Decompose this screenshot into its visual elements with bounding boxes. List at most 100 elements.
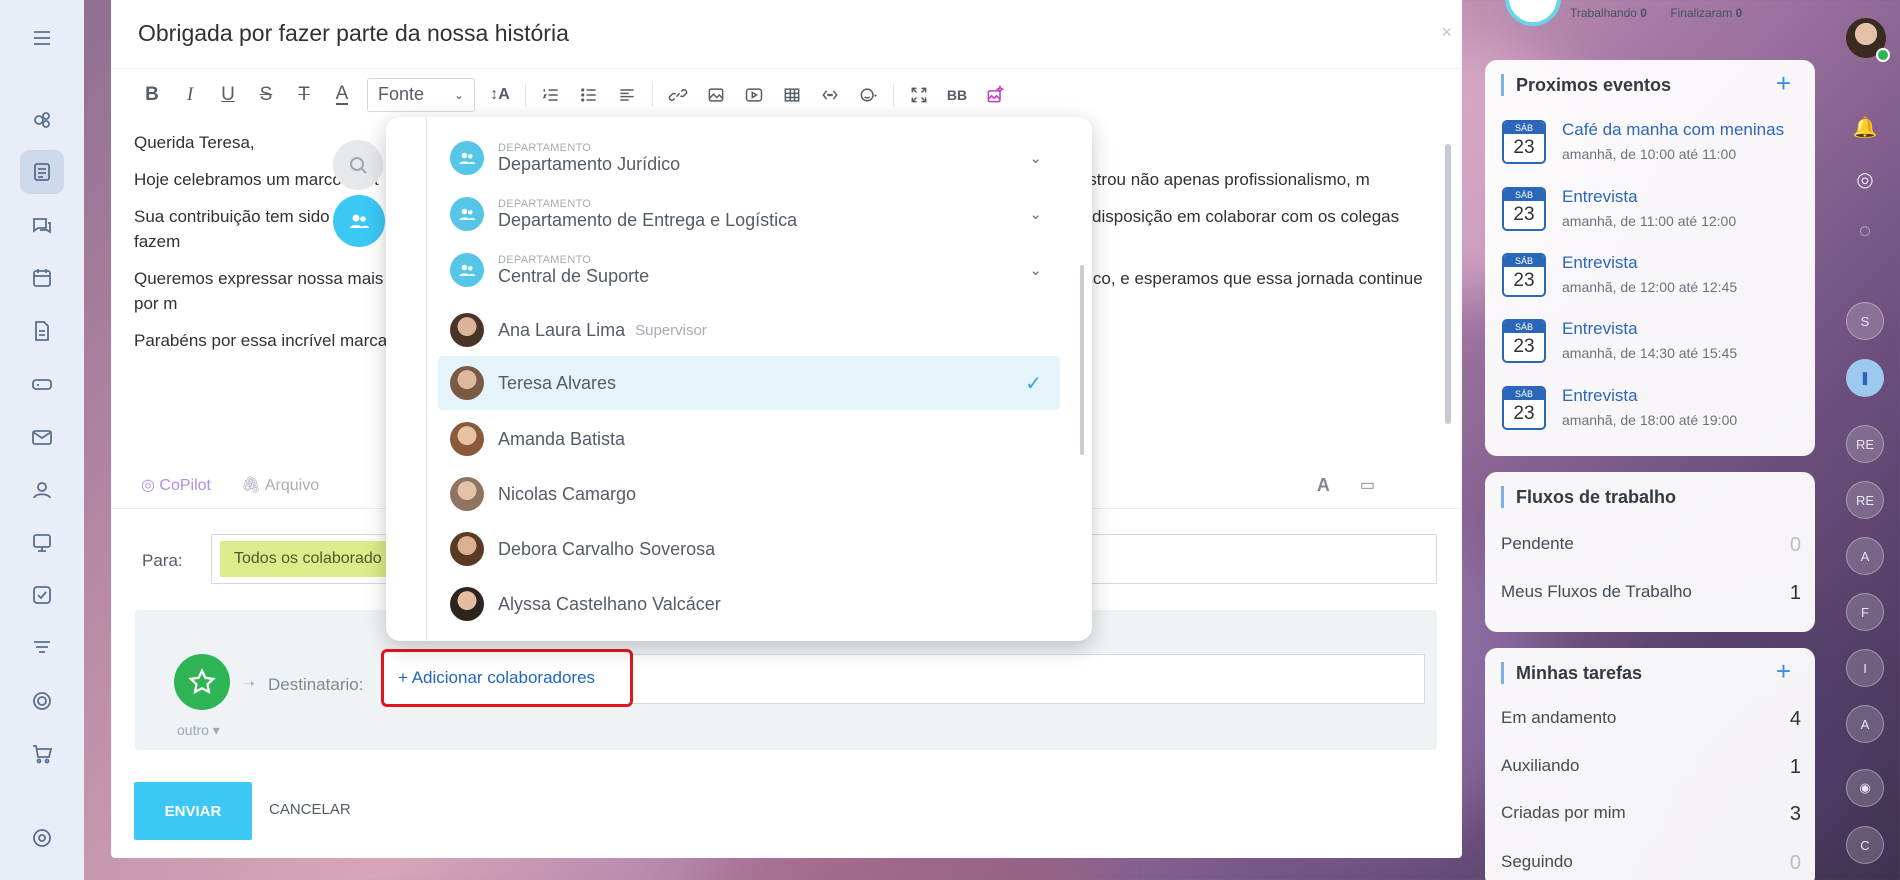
event-title[interactable]: Entrevista: [1562, 187, 1638, 207]
font-size-button[interactable]: ↕A: [481, 77, 519, 113]
news-icon[interactable]: [20, 150, 64, 194]
add-task-button[interactable]: +: [1776, 656, 1791, 687]
recipient-chip[interactable]: Todos os colaborado: [220, 541, 396, 577]
strikethrough-button[interactable]: S: [247, 77, 285, 113]
video-icon[interactable]: [735, 77, 773, 113]
pulse-icon[interactable]: ◎: [1846, 160, 1884, 198]
align-icon[interactable]: [608, 77, 646, 113]
avatar-initial[interactable]: RE: [1846, 481, 1884, 519]
font-select[interactable]: Fonte ⌄: [367, 77, 475, 112]
bell-icon[interactable]: 🔔: [1846, 108, 1884, 146]
send-button[interactable]: ENVIAR: [134, 782, 252, 840]
underline-button[interactable]: U: [209, 77, 247, 113]
chevron-down-icon[interactable]: ⌄: [1029, 261, 1042, 279]
event-time: amanhã, de 18:00 até 19:00: [1562, 412, 1738, 428]
chevron-down-icon[interactable]: ⌄: [1029, 149, 1042, 167]
add-event-button[interactable]: +: [1776, 68, 1791, 99]
avatar-initial[interactable]: A: [1846, 705, 1884, 743]
ai-image-icon[interactable]: [976, 77, 1014, 113]
settings-icon[interactable]: [20, 816, 64, 860]
clear-format-button[interactable]: T: [285, 77, 323, 113]
event-item[interactable]: SÁB 23 Café da manha com meninas amanhã, …: [1502, 120, 1802, 170]
workflow-row[interactable]: Meus Fluxos de Trabalho 1: [1501, 582, 1801, 612]
menu-icon[interactable]: [20, 16, 64, 60]
text-format-icon[interactable]: A: [1317, 475, 1330, 496]
numbered-list-icon[interactable]: [532, 77, 570, 113]
bookmark-icon[interactable]: ❚: [1846, 359, 1884, 397]
bbcode-button[interactable]: BB: [938, 77, 976, 113]
other-select[interactable]: outro ▾: [177, 722, 220, 739]
italic-button[interactable]: I: [171, 77, 209, 113]
image-icon[interactable]: [697, 77, 735, 113]
contacts-icon[interactable]: [20, 468, 64, 512]
add-collaborators-button[interactable]: + Adicionar colaboradores: [381, 649, 633, 707]
link-icon[interactable]: [659, 77, 697, 113]
users-bubble-icon[interactable]: [333, 195, 385, 247]
editor-scrollbar[interactable]: [1444, 130, 1452, 430]
avatar-initial[interactable]: S: [1846, 302, 1884, 340]
cancel-button[interactable]: CANCELAR: [269, 801, 351, 818]
chevron-down-icon[interactable]: ⌄: [1029, 205, 1042, 223]
count-badge: 0: [1789, 852, 1801, 874]
bullet-list-icon[interactable]: [570, 77, 608, 113]
avatar-initial[interactable]: RE: [1846, 425, 1884, 463]
avatar-initial[interactable]: I: [1846, 649, 1884, 687]
user-item[interactable]: Amanda Batista: [438, 413, 1060, 465]
panel-icon[interactable]: ▭: [1360, 475, 1375, 495]
filter-icon[interactable]: [20, 626, 64, 670]
calendar-icon[interactable]: [20, 256, 64, 300]
crm-icon[interactable]: [20, 521, 64, 565]
drive-icon[interactable]: [20, 362, 64, 406]
feed-icon[interactable]: [20, 98, 64, 142]
emoji-icon[interactable]: [849, 77, 887, 113]
user-item-selected[interactable]: Teresa Alvares ✓: [438, 356, 1060, 410]
task-row[interactable]: Criadas por mim 3: [1501, 803, 1801, 833]
fullscreen-icon[interactable]: [900, 77, 938, 113]
tasks-icon[interactable]: [20, 573, 64, 617]
user-item[interactable]: Debora Carvalho Soverosa: [438, 523, 1060, 575]
task-row[interactable]: Seguindo 0: [1501, 852, 1801, 880]
star-icon[interactable]: [174, 654, 230, 710]
file-button[interactable]: 🖇 Arquivo: [241, 475, 319, 495]
event-item[interactable]: SÁB 23 Entrevista amanhã, de 12:00 até 12…: [1502, 253, 1802, 303]
dropdown-scrollbar[interactable]: [1080, 265, 1084, 455]
avatar-initial[interactable]: C: [1846, 826, 1884, 864]
copilot-button[interactable]: ◎ CoPilot: [141, 475, 211, 495]
user-item[interactable]: Alyssa Castelhano Valcácer: [438, 578, 1060, 630]
dept-item-juridico[interactable]: DEPARTAMENTO Departamento Jurídico ⌄: [438, 132, 1060, 184]
recipient-label: Destinatario:: [268, 675, 364, 694]
cart-icon[interactable]: [20, 732, 64, 776]
table-icon[interactable]: [773, 77, 811, 113]
avatar-initial[interactable]: F: [1846, 593, 1884, 631]
count-badge: 0: [1789, 534, 1801, 556]
workflow-row[interactable]: Pendente 0: [1501, 534, 1801, 564]
target-icon[interactable]: [20, 679, 64, 723]
event-item[interactable]: SÁB 23 Entrevista amanhã, de 14:30 até 15…: [1502, 319, 1802, 369]
document-icon[interactable]: [20, 309, 64, 353]
user-item[interactable]: Ana Laura Lima Supervisor: [438, 304, 1060, 356]
event-item[interactable]: SÁB 23 Entrevista amanhã, de 11:00 até 12…: [1502, 187, 1802, 237]
search-bubble-icon[interactable]: [333, 140, 383, 190]
close-icon[interactable]: ×: [1441, 22, 1452, 43]
event-title[interactable]: Café da manha com meninas: [1562, 120, 1784, 140]
avatar: [450, 532, 484, 566]
event-title[interactable]: Entrevista: [1562, 319, 1638, 339]
avatar-initial[interactable]: A: [1846, 537, 1884, 575]
event-title[interactable]: Entrevista: [1562, 253, 1638, 273]
recipient-field[interactable]: + Adicionar colaboradores: [381, 649, 1425, 707]
dept-item-suporte[interactable]: DEPARTAMENTO Central de Suporte ⌄: [438, 244, 1060, 296]
task-row[interactable]: Auxiliando 1: [1501, 756, 1801, 786]
event-title[interactable]: Entrevista: [1562, 386, 1638, 406]
bold-button[interactable]: B: [133, 77, 171, 113]
font-color-button[interactable]: A: [323, 77, 361, 113]
event-item[interactable]: SÁB 23 Entrevista amanhã, de 18:00 até 19…: [1502, 386, 1802, 436]
dept-item-entrega[interactable]: DEPARTAMENTO Departamento de Entrega e Lo…: [438, 188, 1060, 240]
workflows-card: Fluxos de trabalho Pendente 0 Meus Fluxos…: [1485, 472, 1815, 632]
mail-icon[interactable]: [20, 415, 64, 459]
copilot-icon[interactable]: ◉: [1846, 769, 1884, 807]
chat-icon[interactable]: [20, 204, 64, 248]
user-item[interactable]: Nicolas Camargo: [438, 468, 1060, 520]
code-icon[interactable]: [811, 77, 849, 113]
task-row[interactable]: Em andamento 4: [1501, 708, 1801, 738]
chat-bubble-icon[interactable]: ◌: [1846, 212, 1884, 250]
